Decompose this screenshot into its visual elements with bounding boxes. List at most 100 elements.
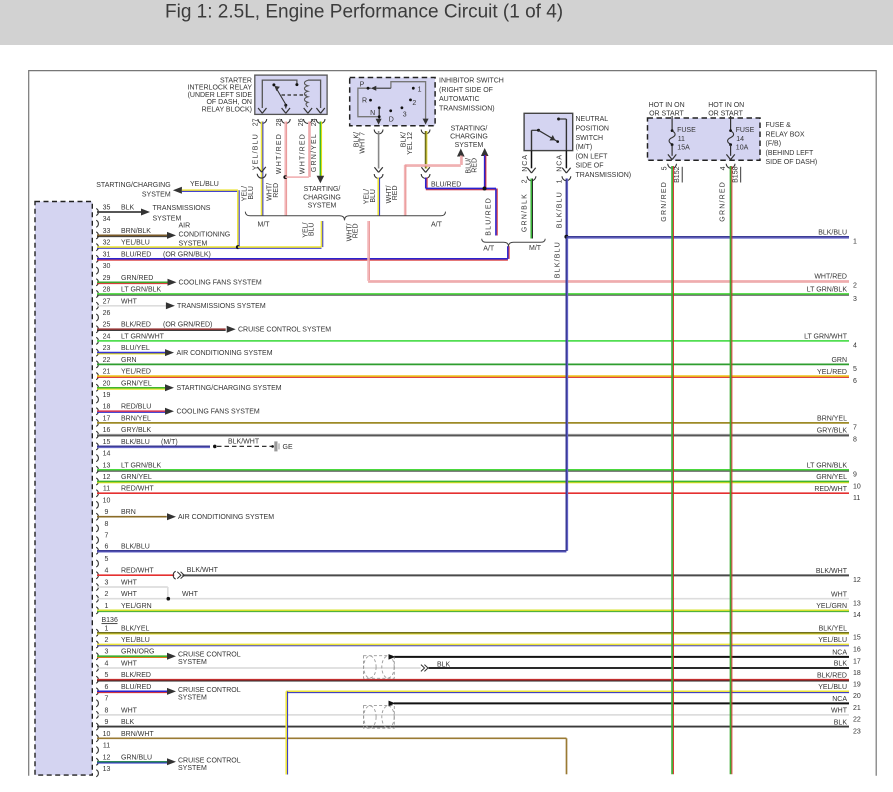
svg-text:GRN/RED: GRN/RED bbox=[661, 181, 668, 222]
svg-text:24: 24 bbox=[311, 118, 318, 126]
svg-text:23: 23 bbox=[103, 345, 111, 352]
svg-text:GRY/BLK: GRY/BLK bbox=[817, 427, 848, 434]
svg-text:(M/T): (M/T) bbox=[161, 439, 178, 446]
svg-text:BLK/WHT: BLK/WHT bbox=[816, 568, 848, 575]
svg-text:BLK/BLU: BLK/BLU bbox=[556, 191, 563, 228]
svg-text:INHIBITOR SWITCH: INHIBITOR SWITCH bbox=[439, 78, 504, 85]
svg-text:N: N bbox=[370, 110, 375, 117]
svg-text:15A: 15A bbox=[677, 144, 690, 151]
svg-text:(RIGHT SIDE OF: (RIGHT SIDE OF bbox=[439, 87, 493, 94]
svg-text:YEL/BLU: YEL/BLU bbox=[121, 240, 150, 247]
svg-text:16: 16 bbox=[853, 646, 861, 653]
svg-text:BLU: BLU bbox=[309, 223, 316, 237]
svg-text:SYSTEM: SYSTEM bbox=[178, 694, 207, 701]
svg-text:2: 2 bbox=[105, 591, 109, 598]
svg-text:RED: RED bbox=[392, 186, 399, 201]
svg-text:BLK/RED: BLK/RED bbox=[121, 672, 151, 679]
svg-text:NCA: NCA bbox=[557, 154, 564, 172]
svg-text:TRANSMISSIONS: TRANSMISSIONS bbox=[153, 205, 211, 212]
svg-text:INTERLOCK RELAY: INTERLOCK RELAY bbox=[188, 85, 253, 92]
svg-text:GRN/RED: GRN/RED bbox=[720, 181, 727, 222]
svg-text:COOLING FANS SYSTEM: COOLING FANS SYSTEM bbox=[177, 409, 260, 416]
svg-text:9: 9 bbox=[105, 509, 109, 516]
svg-text:B158: B158 bbox=[733, 166, 740, 182]
svg-text:26: 26 bbox=[103, 310, 111, 317]
svg-text:YEL/BLU: YEL/BLU bbox=[818, 637, 847, 644]
svg-text:CRUISE CONTROL SYSTEM: CRUISE CONTROL SYSTEM bbox=[238, 327, 331, 334]
svg-text:SWITCH: SWITCH bbox=[576, 135, 604, 142]
svg-text:AIR CONDITIONING SYSTEM: AIR CONDITIONING SYSTEM bbox=[178, 514, 274, 521]
svg-text:3: 3 bbox=[105, 580, 109, 587]
svg-text:HOT IN ON: HOT IN ON bbox=[708, 102, 744, 109]
svg-text:4: 4 bbox=[105, 661, 109, 668]
svg-text:YEL/BLU: YEL/BLU bbox=[818, 684, 847, 691]
svg-text:SYSTEM: SYSTEM bbox=[308, 203, 337, 210]
svg-text:20: 20 bbox=[103, 380, 111, 387]
svg-text:SYSTEM: SYSTEM bbox=[455, 142, 484, 149]
svg-text:BRN/WHT: BRN/WHT bbox=[121, 731, 154, 738]
svg-text:RELAY BOX: RELAY BOX bbox=[766, 131, 805, 138]
svg-text:WHT: WHT bbox=[831, 591, 848, 598]
svg-text:2: 2 bbox=[522, 179, 529, 183]
svg-text:YEL 12: YEL 12 bbox=[407, 132, 414, 155]
svg-text:3: 3 bbox=[403, 111, 407, 118]
svg-text:31: 31 bbox=[103, 251, 111, 258]
svg-text:(OR GRN/RED): (OR GRN/RED) bbox=[163, 322, 212, 329]
svg-text:WHT: WHT bbox=[121, 591, 138, 598]
svg-text:M/T: M/T bbox=[258, 222, 271, 229]
svg-text:YEL/BLU: YEL/BLU bbox=[190, 181, 219, 188]
svg-text:YEL/BLU: YEL/BLU bbox=[253, 133, 260, 170]
svg-text:BRN/YEL: BRN/YEL bbox=[121, 415, 151, 422]
svg-text:(ON LEFT: (ON LEFT bbox=[576, 153, 609, 160]
svg-text:CONDITIONING: CONDITIONING bbox=[179, 232, 231, 239]
svg-text:GRN/BLK: GRN/BLK bbox=[521, 193, 528, 232]
svg-text:AIR: AIR bbox=[179, 222, 191, 229]
svg-text:BLU/YEL: BLU/YEL bbox=[121, 345, 150, 352]
svg-text:10: 10 bbox=[103, 731, 111, 738]
svg-text:BRN/YEL: BRN/YEL bbox=[817, 416, 847, 423]
svg-text:12: 12 bbox=[103, 474, 111, 481]
svg-text:CHARGING: CHARGING bbox=[450, 134, 488, 141]
svg-text:POSITION: POSITION bbox=[576, 126, 609, 133]
svg-text:WHT/RED: WHT/RED bbox=[814, 274, 847, 281]
svg-text:TRANSMISSIONS SYSTEM: TRANSMISSIONS SYSTEM bbox=[177, 303, 266, 310]
svg-text:GRY/BLK: GRY/BLK bbox=[121, 427, 152, 434]
svg-text:1: 1 bbox=[557, 179, 564, 183]
svg-text:23: 23 bbox=[853, 728, 861, 735]
svg-text:8: 8 bbox=[853, 437, 857, 444]
svg-text:1: 1 bbox=[418, 87, 422, 94]
svg-text:BLK/RED: BLK/RED bbox=[121, 322, 151, 329]
svg-text:20: 20 bbox=[853, 693, 861, 700]
svg-text:8: 8 bbox=[105, 707, 109, 714]
svg-text:AUTOMATIC: AUTOMATIC bbox=[439, 96, 480, 103]
svg-text:GRN: GRN bbox=[121, 357, 137, 364]
svg-text:RED/WHT: RED/WHT bbox=[814, 486, 847, 493]
svg-text:SYSTEM: SYSTEM bbox=[153, 215, 182, 222]
svg-text:28: 28 bbox=[276, 118, 283, 126]
svg-text:14: 14 bbox=[853, 612, 861, 619]
svg-text:4: 4 bbox=[853, 343, 857, 350]
svg-text:BLK/BLU: BLK/BLU bbox=[554, 241, 561, 278]
svg-text:13: 13 bbox=[103, 766, 111, 773]
svg-text:LT GRN/BLK: LT GRN/BLK bbox=[807, 287, 848, 294]
svg-text:LT GRN/BLK: LT GRN/BLK bbox=[121, 287, 162, 294]
svg-text:11: 11 bbox=[103, 743, 110, 750]
svg-text:M/T: M/T bbox=[529, 245, 542, 252]
svg-text:21: 21 bbox=[853, 705, 861, 712]
svg-text:18: 18 bbox=[103, 404, 111, 411]
svg-text:YEL/GRN: YEL/GRN bbox=[121, 603, 152, 610]
svg-text:(M/T): (M/T) bbox=[576, 144, 593, 151]
svg-text:BLK/BLU: BLK/BLU bbox=[121, 439, 150, 446]
svg-text:6: 6 bbox=[853, 378, 857, 385]
svg-text:4: 4 bbox=[105, 568, 109, 575]
svg-text:LT GRN/WHT: LT GRN/WHT bbox=[121, 333, 165, 340]
svg-text:35: 35 bbox=[103, 205, 111, 212]
svg-text:19: 19 bbox=[853, 682, 861, 689]
svg-text:9: 9 bbox=[853, 472, 857, 479]
svg-text:7: 7 bbox=[105, 696, 109, 703]
svg-text:32: 32 bbox=[103, 240, 111, 247]
svg-text:Fig 1: 2.5L, Engine Performanc: Fig 1: 2.5L, Engine Performance Circuit … bbox=[165, 2, 563, 23]
svg-text:RED: RED bbox=[353, 224, 360, 239]
svg-text:BLU/RED: BLU/RED bbox=[121, 684, 151, 691]
svg-text:GRN/YEL: GRN/YEL bbox=[121, 380, 152, 387]
